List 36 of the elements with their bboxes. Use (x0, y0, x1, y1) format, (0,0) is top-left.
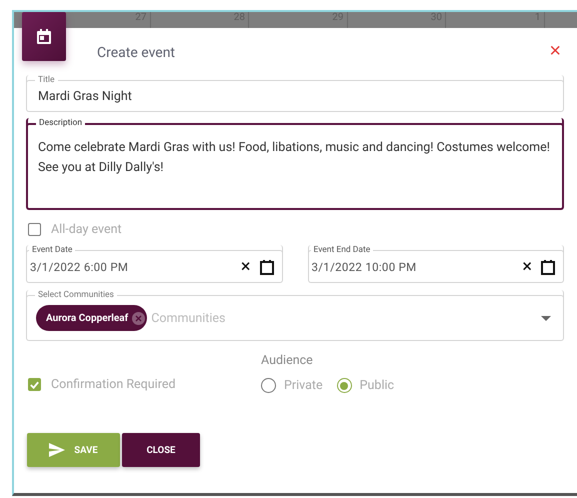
remove-icon[interactable] (132, 312, 146, 324)
radio-button[interactable] (261, 378, 276, 393)
field-label: Description (36, 118, 86, 128)
caret-icon[interactable] (541, 316, 551, 320)
dialog-title: Create event (97, 44, 176, 60)
clear-button[interactable]: × (240, 258, 250, 276)
field-value: Mardi Gras Night (37, 88, 133, 106)
calendar-icon[interactable] (260, 258, 274, 274)
radio-label: Private (284, 378, 323, 393)
calendar-icon[interactable] (541, 258, 555, 274)
field-value: 3/1/2022 10:00 PM (310, 259, 418, 276)
close-button[interactable]: × (549, 40, 561, 60)
field-label: Select Communities (35, 290, 117, 300)
field-value: 3/1/2022 6:00 PM (29, 259, 130, 276)
description-field[interactable]: Description Come celebrate Mardi Gras with us! Food, libations, music and dancing! Costumes welcome! See you at Dilly Dally's! (26, 118, 564, 210)
field-label: Event End Date (310, 245, 374, 255)
audience-label: Audience (261, 353, 314, 368)
checkbox-label: Confirmation Required (51, 377, 176, 392)
date-field[interactable]: Event Date 3/1/2022 6:00 PM × (26, 245, 282, 283)
checkbox[interactable] (28, 378, 41, 391)
radio-button[interactable] (336, 378, 352, 393)
checkbox-label: All-day event (51, 222, 122, 237)
communities-field[interactable]: Select Communities Aurora Copperleaf Communities (26, 290, 564, 341)
checkbox[interactable] (28, 223, 41, 236)
close-button[interactable]: CLOSE (122, 433, 200, 467)
send-icon (49, 443, 66, 457)
radio-label: Public (360, 378, 394, 393)
chip-label: Aurora Copperleaf (46, 312, 128, 324)
field-label: Event Date (29, 245, 76, 255)
clear-button[interactable]: × (522, 258, 532, 276)
title-field[interactable]: Title Mardi Gras Night (26, 75, 564, 112)
field-value: Come celebrate Mardi Gras with us! Food, libations, music and dancing! Costumes welcome! See you at Dilly Dally's! (37, 139, 551, 177)
calendar-icon (37, 29, 51, 44)
date-field[interactable]: Event End Date 3/1/2022 10:00 PM × (308, 245, 564, 283)
field-label: Title (35, 75, 58, 85)
placeholder-text: Communities (151, 310, 226, 326)
